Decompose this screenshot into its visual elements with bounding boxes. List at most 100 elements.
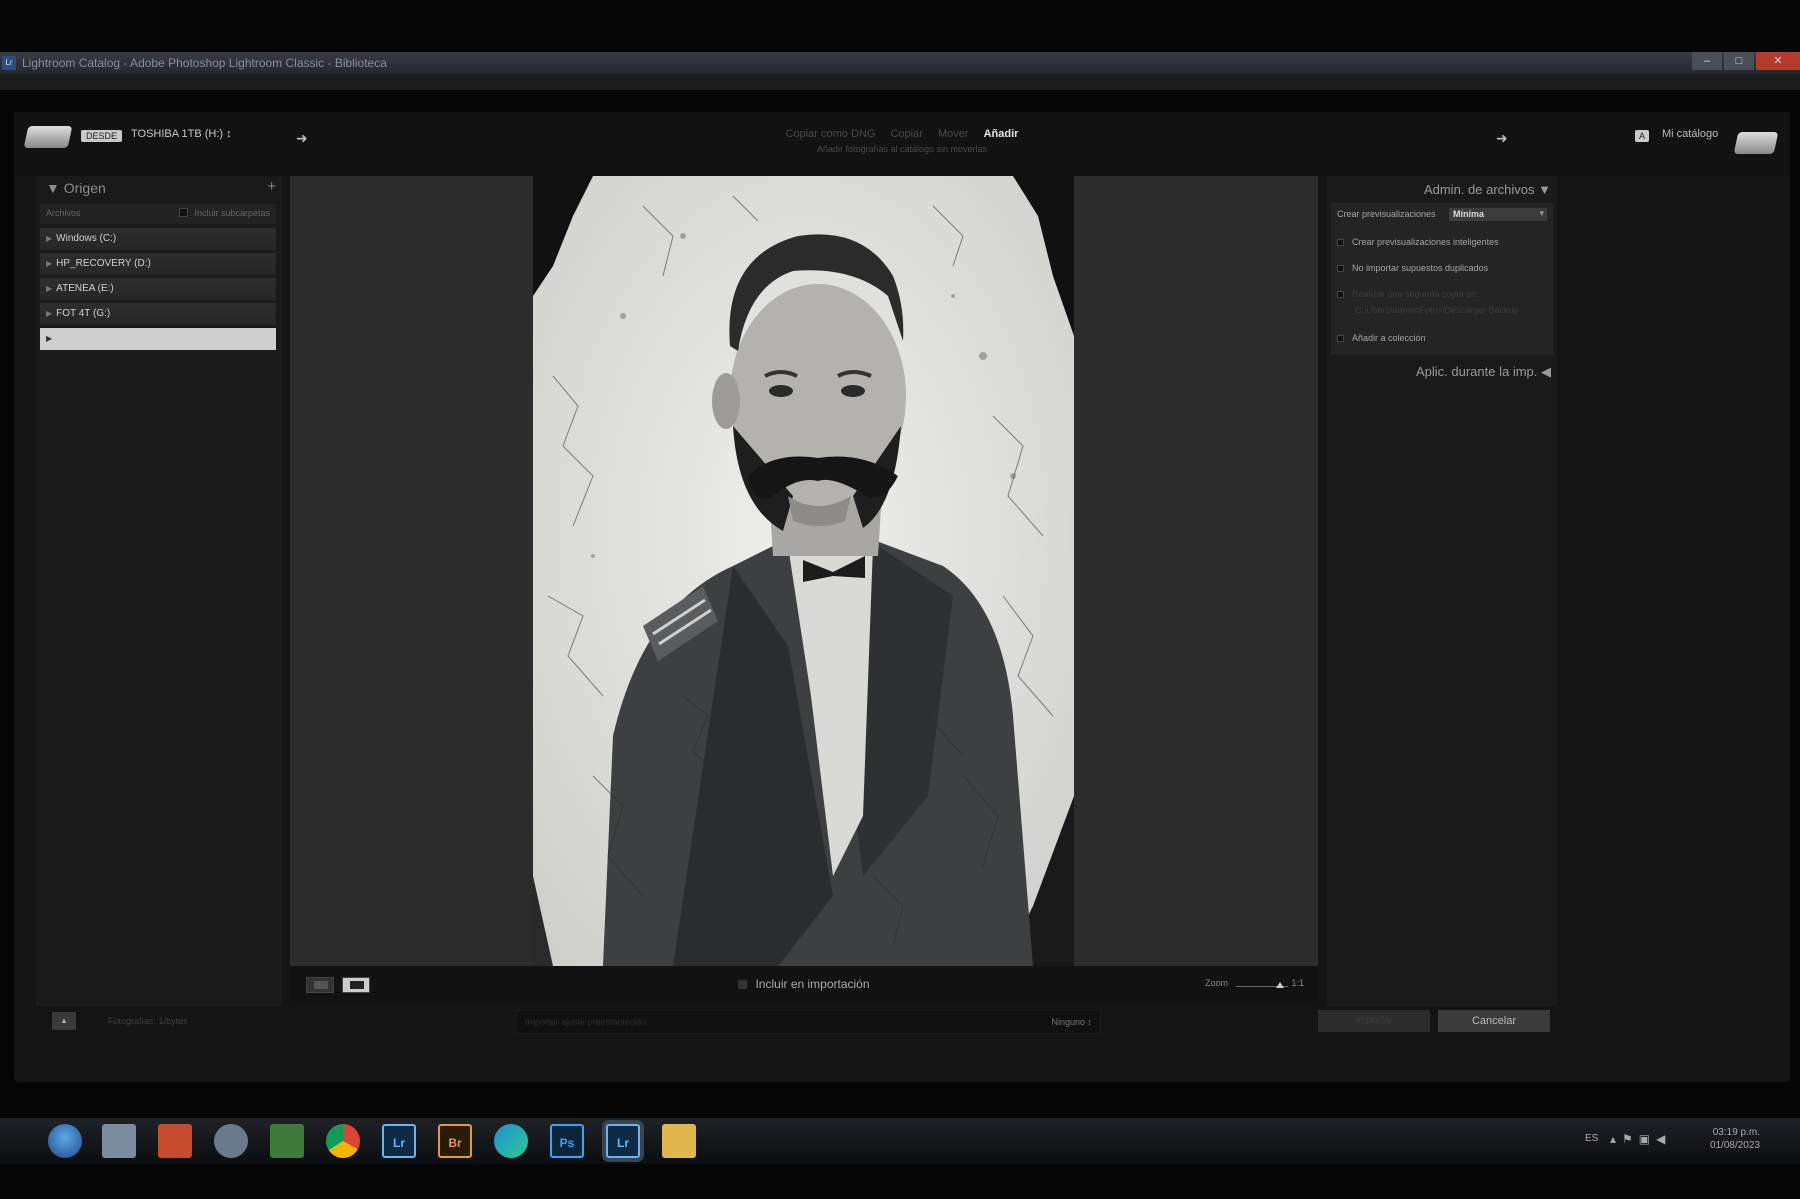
option-label: No importar supuestos duplicados xyxy=(1352,263,1489,273)
import-dialog: DESDE TOSHIBA 1TB (H:) ↕ ➜ Copiar como D… xyxy=(14,112,1790,1082)
cancel-button[interactable]: Cancelar xyxy=(1438,1010,1550,1032)
include-label: Incluir en importación xyxy=(755,977,870,991)
triangle-right-icon: ▶ xyxy=(46,309,53,318)
second-copy-path: C:\Users\admin\Fotos\Descargar Backup xyxy=(1355,305,1519,315)
edge-icon[interactable] xyxy=(494,1124,528,1158)
import-top-bar: DESDE TOSHIBA 1TB (H:) ↕ ➜ Copiar como D… xyxy=(14,112,1790,176)
minimize-button[interactable]: – xyxy=(1692,52,1722,70)
second-copy-option[interactable]: Realizar una segunda copia en: xyxy=(1337,289,1479,299)
drive-list: ▶ Windows (C:) ▶ HP_RECOVERY (D:) ▶ ATENEA … xyxy=(40,228,276,353)
destination-catalog: Mi catálogo xyxy=(1662,128,1719,140)
checkbox[interactable] xyxy=(1337,265,1344,272)
mode-description: Añadir fotografías al catálogo sin mover… xyxy=(816,144,988,154)
system-tray-icons[interactable]: ▴⚑▣◀ xyxy=(1610,1132,1671,1146)
photo-count-label: Fotografías: 1/bytes xyxy=(108,1016,188,1026)
bridge-icon[interactable]: Br xyxy=(438,1124,472,1158)
file-handling-panel: Admin. de archivos ▼ Crear previsualizac… xyxy=(1327,176,1557,1006)
drive-item-toshiba[interactable]: ▶ TOSHIBA 1TB (H:) xyxy=(40,328,276,350)
source-panel-header[interactable]: ▼ Origen xyxy=(46,180,106,196)
expand-up-icon[interactable]: ▲ xyxy=(52,1012,76,1030)
preview-area xyxy=(290,176,1318,966)
folder-icon[interactable] xyxy=(662,1124,696,1158)
import-button[interactable]: Importar xyxy=(1318,1010,1430,1032)
photo-preview[interactable] xyxy=(533,176,1074,966)
zoom-value: 1:1 xyxy=(1291,978,1304,988)
spreadsheet-icon[interactable] xyxy=(270,1124,304,1158)
smart-previews-option[interactable]: Crear previsualizaciones inteligentes xyxy=(1337,237,1499,247)
checkbox[interactable] xyxy=(1337,239,1344,246)
option-label: Añadir a colección xyxy=(1352,333,1426,343)
checkbox[interactable] xyxy=(1337,335,1344,342)
file-explorer-icon[interactable] xyxy=(102,1124,136,1158)
import-bottom-bar: ▲ Fotografías: 1/bytes Importar ajuste p… xyxy=(50,1006,1558,1038)
source-panel-title: Origen xyxy=(63,180,106,196)
file-handling-header[interactable]: Admin. de archivos ▼ xyxy=(1424,182,1551,197)
zoom-label: Zoom xyxy=(1204,978,1228,988)
include-in-import[interactable]: Incluir en importación xyxy=(290,977,1318,991)
lightroom-icon[interactable]: Lr xyxy=(382,1124,416,1158)
include-checkbox[interactable] xyxy=(738,980,748,989)
files-label: Archivos xyxy=(46,208,81,218)
clock-time: 03:19 p.m. xyxy=(1712,1127,1760,1138)
windows-start-icon[interactable] xyxy=(48,1124,82,1158)
window-title: Lightroom Catalog - Adobe Photoshop Ligh… xyxy=(22,56,387,70)
to-badge: A xyxy=(1635,130,1650,142)
add-to-collection-option[interactable]: Añadir a colección xyxy=(1337,333,1426,343)
zoom-slider-thumb[interactable] xyxy=(1276,982,1285,988)
drive-label: FOT 4T (G:) xyxy=(56,308,111,319)
file-handling-title: Admin. de archivos xyxy=(1423,182,1535,197)
clock-date: 01/08/2023 xyxy=(1709,1140,1760,1151)
maximize-button[interactable]: □ xyxy=(1724,52,1754,70)
preview-toolbar: Incluir en importación Zoom 1:1 xyxy=(290,966,1318,1002)
drive-item-windows[interactable]: ▶ Windows (C:) xyxy=(40,228,276,250)
drive-label: TOSHIBA 1TB (H:) xyxy=(56,333,140,344)
option-label: Realizar una segunda copia en: xyxy=(1352,289,1479,299)
mode-move[interactable]: Mover xyxy=(938,128,969,140)
system-clock[interactable]: 03:19 p.m. 01/08/2023 xyxy=(1710,1126,1760,1152)
build-previews-label: Crear previsualizaciones xyxy=(1337,209,1436,219)
menu-bar xyxy=(0,74,1800,90)
mode-copy-dng[interactable]: Copiar como DNG xyxy=(786,128,876,140)
paint-icon[interactable] xyxy=(214,1124,248,1158)
file-handling-options: Crear previsualizaciones Mínima Crear pr… xyxy=(1331,203,1553,355)
import-preset-label: Importar ajuste preestablecido: xyxy=(525,1017,649,1027)
language-indicator[interactable]: ES xyxy=(1585,1133,1598,1144)
lightroom-classic-icon[interactable]: Lr xyxy=(606,1124,640,1158)
no-duplicates-option[interactable]: No importar supuestos duplicados xyxy=(1337,263,1488,273)
drive-item-atenea[interactable]: ▶ ATENEA (E:) xyxy=(40,278,276,300)
catalog-drive-icon xyxy=(1733,132,1779,154)
drive-item-hp-recovery[interactable]: ▶ HP_RECOVERY (D:) xyxy=(40,253,276,275)
mode-copy[interactable]: Copiar xyxy=(890,128,922,140)
plus-icon[interactable]: + xyxy=(267,178,276,195)
drive-label: HP_RECOVERY (D:) xyxy=(56,258,151,269)
triangle-right-icon: ▶ xyxy=(46,259,53,268)
drive-label: ATENEA (E:) xyxy=(56,283,114,294)
photoshop-icon[interactable]: Ps xyxy=(550,1124,584,1158)
import-preset-value: Ninguno ↕ xyxy=(1051,1017,1092,1027)
drive-item-fot-4t[interactable]: ▶ FOT 4T (G:) xyxy=(40,303,276,325)
apply-during-import-header[interactable]: Aplic. durante la imp. ◀ xyxy=(1416,364,1551,380)
chrome-icon[interactable] xyxy=(326,1124,360,1158)
lightroom-app-icon: Lr xyxy=(2,56,16,70)
window-controls: – □ ✕ xyxy=(1690,52,1800,70)
checkbox[interactable] xyxy=(1337,291,1344,298)
triangle-right-icon: ▶ xyxy=(46,284,53,293)
option-label: Crear previsualizaciones inteligentes xyxy=(1352,237,1499,247)
media-player-icon[interactable] xyxy=(158,1124,192,1158)
source-panel: ▼ Origen + Archivos Incluir subcarpetas … xyxy=(36,176,282,1006)
import-preset-selector[interactable]: Importar ajuste preestablecido: Ninguno … xyxy=(516,1010,1101,1034)
window-title-bar: Lr Lightroom Catalog - Adobe Photoshop L… xyxy=(0,52,1800,74)
portrait-photo-image xyxy=(533,176,1074,966)
apply-during-import-title: Aplic. durante la imp. xyxy=(1415,364,1538,379)
arrow-right-icon[interactable]: ➜ xyxy=(1496,130,1508,147)
triangle-right-icon: ▶ xyxy=(46,334,53,343)
close-button[interactable]: ✕ xyxy=(1756,52,1800,70)
drive-label: Windows (C:) xyxy=(56,233,117,244)
build-previews-select[interactable]: Mínima xyxy=(1449,208,1547,221)
triangle-right-icon: ▶ xyxy=(46,234,53,243)
files-row: Archivos Incluir subcarpetas xyxy=(40,204,276,224)
include-subfolders-checkbox[interactable]: Incluir subcarpetas xyxy=(179,208,270,218)
windows-taskbar: Lr Br Ps Lr ES ▴⚑▣◀ 03:19 p.m. 01/08/202… xyxy=(0,1118,1800,1164)
import-mode-selector: Copiar como DNG Copiar Mover Añadir xyxy=(14,128,1790,140)
mode-add[interactable]: Añadir xyxy=(984,128,1019,140)
